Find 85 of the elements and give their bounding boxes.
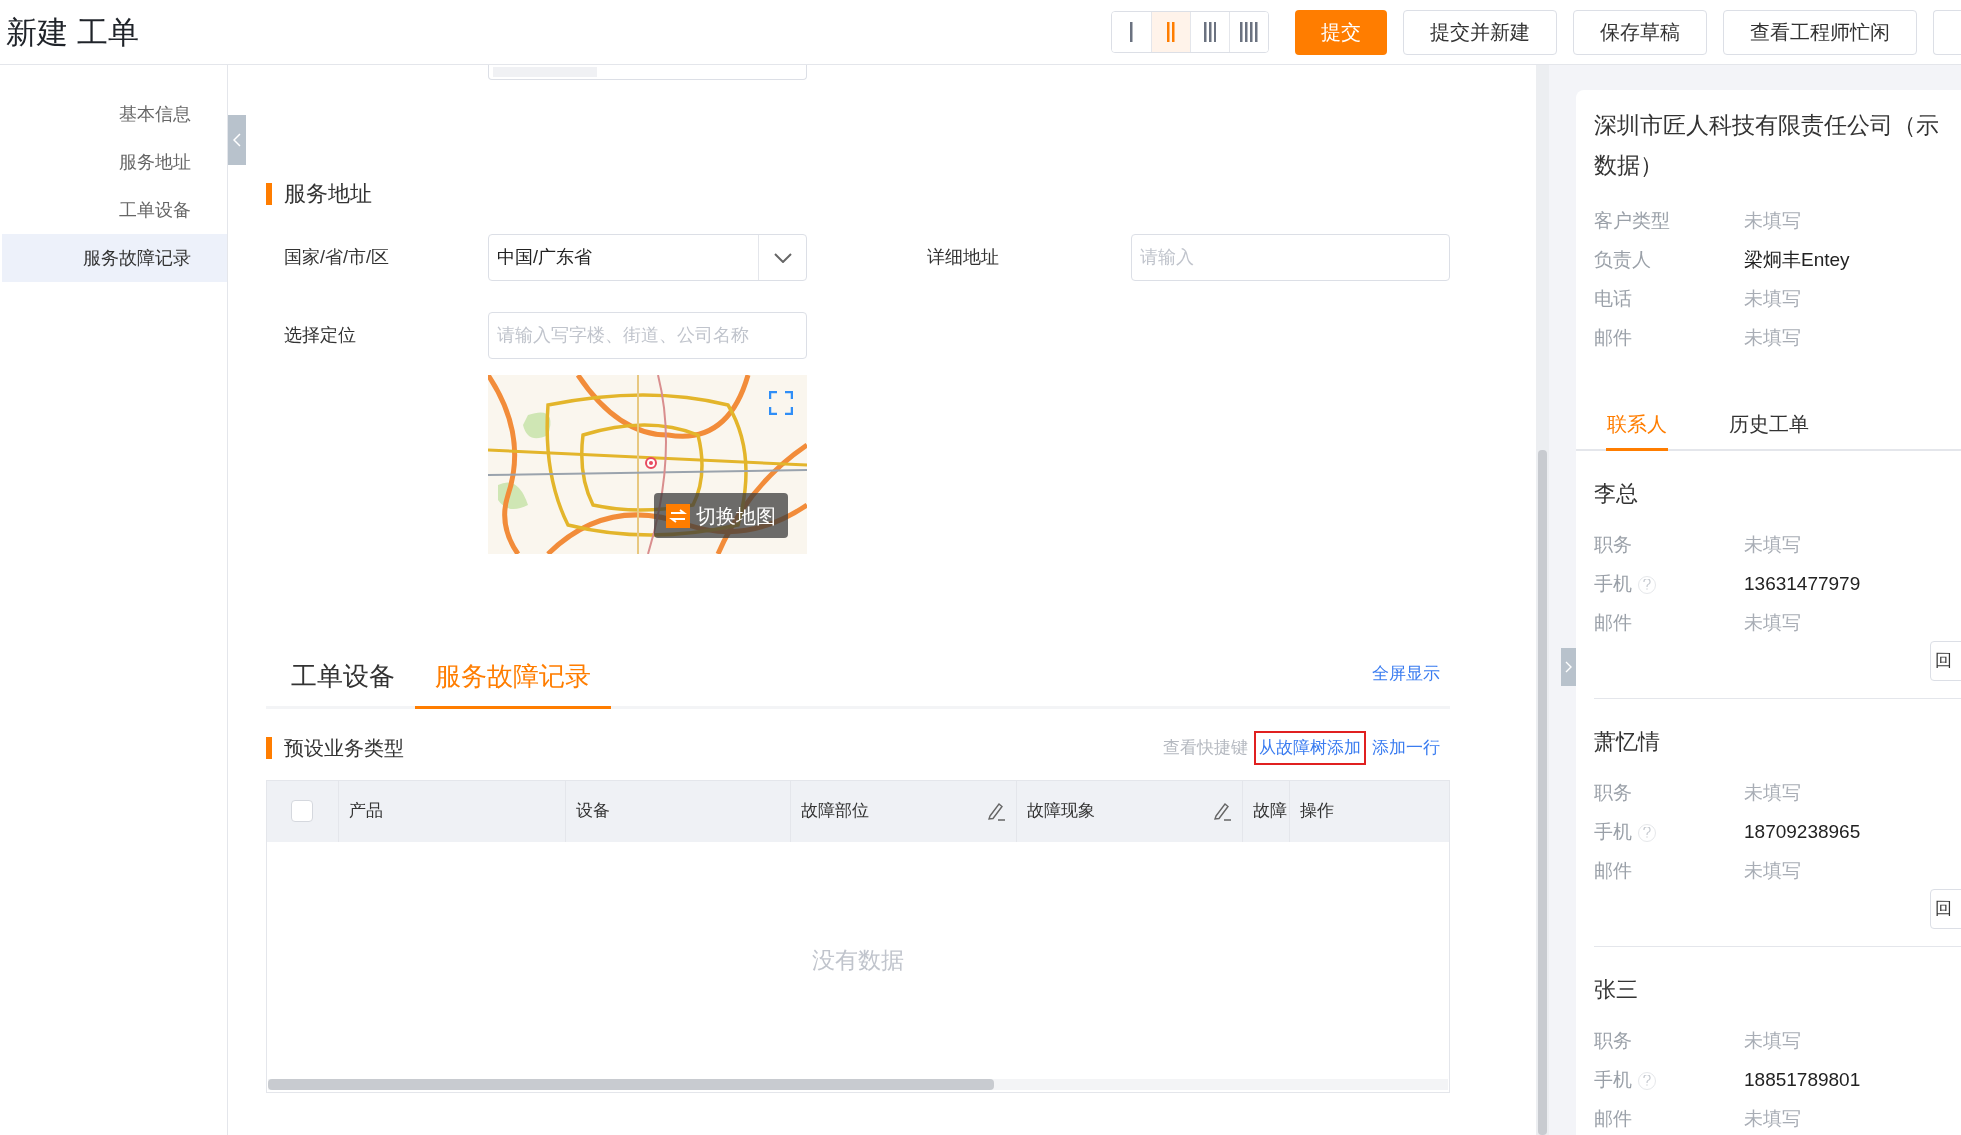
- info-label: 手机: [1594, 820, 1633, 845]
- empty-text: 没有数据: [812, 945, 904, 975]
- columns-icon: [1203, 22, 1217, 42]
- columns-icon: [1167, 22, 1175, 42]
- section-marker: [266, 736, 272, 759]
- fill-back-button[interactable]: 回: [1930, 889, 1961, 929]
- region-select[interactable]: 中国/广东省: [488, 234, 807, 281]
- sidebar-item[interactable]: 服务地址: [2, 138, 227, 186]
- section-marker: [266, 182, 272, 205]
- toolbar-button[interactable]: 提交并新建: [1403, 9, 1557, 55]
- info-label: 职务: [1594, 1029, 1632, 1054]
- column-title: 故障部位: [800, 800, 869, 823]
- info-label: 邮件: [1594, 611, 1632, 636]
- field-label: 选择定位: [284, 324, 357, 347]
- select-all-checkbox[interactable]: [291, 800, 314, 822]
- info-label: 负责人: [1594, 248, 1651, 273]
- info-label: 邮件: [1594, 1107, 1632, 1132]
- swap-icon: [666, 503, 690, 528]
- column-title: 故障现象: [1027, 800, 1096, 823]
- info-label: 邮件: [1594, 326, 1632, 351]
- columns-icon: [1130, 22, 1133, 42]
- info-value: 未填写: [1744, 611, 1801, 636]
- edit-icon: [1212, 801, 1233, 821]
- column-title: 故障: [1253, 800, 1288, 823]
- collapse-button[interactable]: [228, 115, 246, 165]
- info-value: 未填写: [1744, 1107, 1801, 1132]
- contact-name: 张三: [1594, 976, 1639, 1004]
- toolbar-button[interactable]: [1933, 9, 1961, 55]
- edit-icon: [986, 801, 1007, 821]
- info-value: 未填写: [1744, 287, 1801, 312]
- info-value: 未填写: [1744, 326, 1801, 351]
- field-label: 国家/省/市/区: [284, 246, 390, 269]
- chevron-down-icon: [773, 252, 792, 263]
- tab[interactable]: 工单设备: [271, 647, 415, 709]
- info-value: 梁炯丰Entey: [1744, 248, 1850, 273]
- vertical-scrollbar[interactable]: [1536, 65, 1549, 1135]
- info-label: 手机: [1594, 1068, 1633, 1093]
- info-value: 18709238965: [1744, 820, 1861, 845]
- chevron-right-icon: [1565, 661, 1572, 673]
- fullscreen-button[interactable]: [769, 391, 793, 415]
- contact-name: 萧忆情: [1594, 728, 1661, 756]
- layout-option[interactable]: [1151, 12, 1190, 52]
- chevron-left-icon: [233, 133, 241, 147]
- toolbar-button[interactable]: 查看工程师忙闲: [1723, 9, 1917, 55]
- customer-name: 深圳市匠人科技有限责任公司（示: [1594, 111, 1940, 140]
- sidebar-item[interactable]: 服务故障记录: [2, 234, 227, 282]
- select-value: 中国/广东省: [496, 246, 593, 269]
- contact-name: 李总: [1594, 480, 1639, 508]
- expand-button[interactable]: [1561, 648, 1576, 686]
- section-heading: 预设业务类型: [284, 735, 404, 761]
- info-label: 手机: [1594, 572, 1633, 597]
- fill-back-button[interactable]: 回: [1930, 641, 1961, 681]
- fullscreen-link[interactable]: 全屏显示: [1372, 660, 1440, 686]
- toolbar-button[interactable]: 保存草稿: [1573, 9, 1707, 55]
- action-link[interactable]: 从故障树添加: [1254, 731, 1366, 765]
- info-value: 未填写: [1744, 1029, 1801, 1054]
- column-title: 产品: [348, 800, 383, 823]
- action-link[interactable]: 添加一行: [1372, 735, 1440, 761]
- input-field[interactable]: 请输入写字楼、街道、公司名称: [488, 312, 807, 359]
- info-label: 职务: [1594, 533, 1632, 558]
- info-value: 未填写: [1744, 781, 1801, 806]
- info-label: 职务: [1594, 781, 1632, 806]
- input-field[interactable]: 请输入: [1131, 234, 1450, 281]
- info-value: 未填写: [1744, 533, 1801, 558]
- info-value: 18851789801: [1744, 1068, 1861, 1093]
- field-label: 详细地址: [927, 246, 1000, 269]
- info-label: 客户类型: [1594, 209, 1670, 234]
- info-value: 未填写: [1744, 859, 1801, 884]
- info-value: 未填写: [1744, 209, 1801, 234]
- sidebar-item[interactable]: 工单设备: [2, 186, 227, 234]
- customer-name: 数据）: [1594, 151, 1664, 180]
- column-title: 操作: [1300, 800, 1335, 823]
- switch-map-button[interactable]: 切换地图: [654, 493, 788, 538]
- info-label: 电话: [1594, 287, 1632, 312]
- horizontal-scrollbar[interactable]: [268, 1078, 1448, 1090]
- sidebar-item[interactable]: 基本信息: [2, 90, 227, 138]
- tab[interactable]: 历史工单: [1728, 400, 1810, 451]
- page-title: 新建 工单: [6, 16, 139, 48]
- column-title: 设备: [575, 800, 610, 823]
- info-value: 13631477979: [1744, 572, 1861, 597]
- section-heading: 服务地址: [284, 180, 372, 208]
- fullscreen-icon: [769, 391, 793, 415]
- info-label: 邮件: [1594, 859, 1632, 884]
- layout-option[interactable]: [1229, 12, 1268, 52]
- columns-icon: [1240, 22, 1258, 42]
